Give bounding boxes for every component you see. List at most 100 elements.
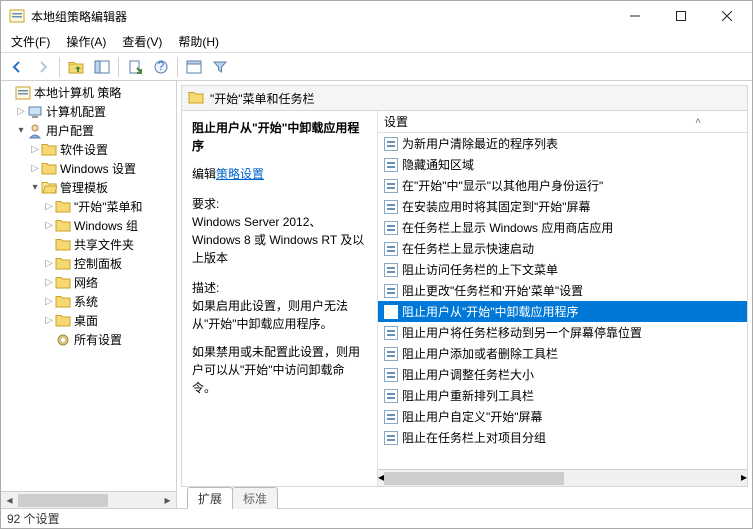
caret-icon[interactable]: ▷	[43, 296, 55, 307]
policy-item-icon	[384, 137, 398, 151]
settings-item-label: 阻止用户重新排列工具栏	[402, 387, 534, 404]
settings-header[interactable]: 设置 ˄	[378, 111, 747, 133]
policy-item-icon	[384, 200, 398, 214]
menu-action[interactable]: 操作(A)	[60, 31, 112, 52]
filter-button[interactable]	[208, 55, 232, 79]
sort-caret-icon[interactable]: ˄	[695, 116, 701, 127]
tree-label: 软件设置	[60, 141, 108, 158]
settings-item[interactable]: 阻止用户添加或者删除工具栏	[378, 343, 747, 364]
settings-item-label: 阻止在任务栏上对项目分组	[402, 429, 546, 446]
settings-item[interactable]: 在"开始"中"显示"以其他用户身份运行"	[378, 175, 747, 196]
tree-computer-config[interactable]: ▷ 计算机配置	[1, 102, 176, 121]
caret-icon[interactable]: ▷	[15, 106, 27, 117]
policy-item-icon	[384, 326, 398, 340]
description: 描述: 如果启用此设置，则用户无法从"开始"中卸载应用程序。 如果禁用或未配置此…	[192, 279, 367, 397]
tree-root[interactable]: 本地计算机 策略	[1, 83, 176, 102]
tab-extended[interactable]: 扩展	[187, 487, 233, 509]
info-column: 阻止用户从"开始"中卸载应用程序 编辑策略设置 要求: Windows Serv…	[182, 111, 378, 486]
help-button[interactable]: ?	[149, 55, 173, 79]
settings-item[interactable]: 阻止访问任务栏的上下文菜单	[378, 259, 747, 280]
caret-icon[interactable]: ▷	[43, 277, 55, 288]
titlebar: 本地组策略编辑器	[1, 1, 752, 31]
tree-scrollbar[interactable]: ◂ ▸	[1, 491, 176, 508]
caret-icon[interactable]: ▷	[29, 163, 41, 174]
settings-item-label: 阻止访问任务栏的上下文菜单	[402, 261, 558, 278]
scroll-thumb[interactable]	[384, 472, 564, 485]
settings-scrollbar[interactable]: ◂ ▸	[378, 469, 747, 486]
policy-item-icon	[384, 368, 398, 382]
tree-windows-components[interactable]: ▷ Windows 组	[1, 216, 176, 235]
settings-list[interactable]: 为新用户清除最近的程序列表隐藏通知区域在"开始"中"显示"以其他用户身份运行"在…	[378, 133, 747, 469]
back-button[interactable]	[5, 55, 29, 79]
menu-help[interactable]: 帮助(H)	[172, 31, 225, 52]
close-button[interactable]	[704, 1, 750, 31]
policy-icon	[15, 85, 31, 101]
caret-icon[interactable]: ▷	[43, 258, 55, 269]
settings-item[interactable]: 阻止更改"任务栏和'开始'菜单"设置	[378, 280, 747, 301]
tree-windows-settings[interactable]: ▷ Windows 设置	[1, 159, 176, 178]
tree-control-panel[interactable]: ▷ 控制面板	[1, 254, 176, 273]
settings-item[interactable]: 阻止用户从"开始"中卸载应用程序	[378, 301, 747, 322]
tree-label: 共享文件夹	[74, 236, 134, 253]
edit-policy-link[interactable]: 策略设置	[216, 167, 264, 181]
menu-file[interactable]: 文件(F)	[5, 31, 56, 52]
tree-user-config[interactable]: ▾ 用户配置	[1, 121, 176, 140]
settings-item[interactable]: 在任务栏上显示快速启动	[378, 238, 747, 259]
settings-item[interactable]: 阻止用户调整任务栏大小	[378, 364, 747, 385]
maximize-button[interactable]	[658, 1, 704, 31]
scroll-left-icon[interactable]: ◂	[1, 492, 18, 508]
show-hide-tree-button[interactable]	[90, 55, 114, 79]
tree-all-settings[interactable]: 所有设置	[1, 330, 176, 349]
tree-system[interactable]: ▷ 系统	[1, 292, 176, 311]
settings-item-label: 阻止用户自定义"开始"屏幕	[402, 408, 543, 425]
tab-standard[interactable]: 标准	[232, 487, 278, 509]
policy-item-icon	[384, 347, 398, 361]
folder-icon	[41, 161, 57, 177]
tree-label: 桌面	[74, 312, 98, 329]
requirements-label: 要求:	[192, 195, 367, 213]
folder-icon	[55, 313, 71, 329]
minimize-button[interactable]	[612, 1, 658, 31]
tree-software-settings[interactable]: ▷ 软件设置	[1, 140, 176, 159]
settings-item[interactable]: 隐藏通知区域	[378, 154, 747, 175]
folder-icon	[55, 294, 71, 310]
settings-item[interactable]: 在任务栏上显示 Windows 应用商店应用	[378, 217, 747, 238]
status-text: 92 个设置	[7, 510, 60, 527]
edit-label: 编辑	[192, 167, 216, 181]
caret-icon[interactable]: ▷	[29, 144, 41, 155]
caret-icon[interactable]: ▷	[43, 315, 55, 326]
folder-icon	[55, 256, 71, 272]
tree[interactable]: 本地计算机 策略 ▷ 计算机配置 ▾ 用户配置 ▷ 软件设置 ▷ Windows…	[1, 81, 176, 491]
settings-item[interactable]: 阻止在任务栏上对项目分组	[378, 427, 747, 448]
settings-item-label: 阻止用户从"开始"中卸载应用程序	[402, 303, 579, 320]
properties-button[interactable]	[182, 55, 206, 79]
caret-icon[interactable]: ▾	[15, 125, 27, 136]
scroll-right-icon[interactable]: ▸	[159, 492, 176, 508]
scroll-right-icon[interactable]: ▸	[741, 470, 747, 486]
caret-icon[interactable]: ▷	[43, 201, 55, 212]
requirements-text: Windows Server 2012、Windows 8 或 Windows …	[192, 213, 367, 267]
menu-view[interactable]: 查看(V)	[116, 31, 168, 52]
tree-start-taskbar[interactable]: ▷ "开始"菜单和	[1, 197, 176, 216]
tree-label: 系统	[74, 293, 98, 310]
settings-item[interactable]: 阻止用户自定义"开始"屏幕	[378, 406, 747, 427]
computer-icon	[27, 104, 43, 120]
caret-icon[interactable]: ▾	[29, 182, 41, 193]
policy-item-icon	[384, 179, 398, 193]
tree-shared-folders[interactable]: 共享文件夹	[1, 235, 176, 254]
settings-item[interactable]: 阻止用户将任务栏移动到另一个屏幕停靠位置	[378, 322, 747, 343]
export-list-button[interactable]	[123, 55, 147, 79]
settings-item[interactable]: 为新用户清除最近的程序列表	[378, 133, 747, 154]
scroll-thumb[interactable]	[18, 494, 108, 507]
settings-item[interactable]: 阻止用户重新排列工具栏	[378, 385, 747, 406]
tree-admin-templates[interactable]: ▾ 管理模板	[1, 178, 176, 197]
tree-desktop[interactable]: ▷ 桌面	[1, 311, 176, 330]
tabs: 扩展 标准	[181, 486, 748, 508]
statusbar: 92 个设置	[1, 508, 752, 528]
up-folder-button[interactable]	[64, 55, 88, 79]
window-controls	[612, 1, 750, 31]
settings-item[interactable]: 在安装应用时将其固定到"开始"屏幕	[378, 196, 747, 217]
caret-icon[interactable]: ▷	[43, 220, 55, 231]
forward-button[interactable]	[31, 55, 55, 79]
tree-network[interactable]: ▷ 网络	[1, 273, 176, 292]
